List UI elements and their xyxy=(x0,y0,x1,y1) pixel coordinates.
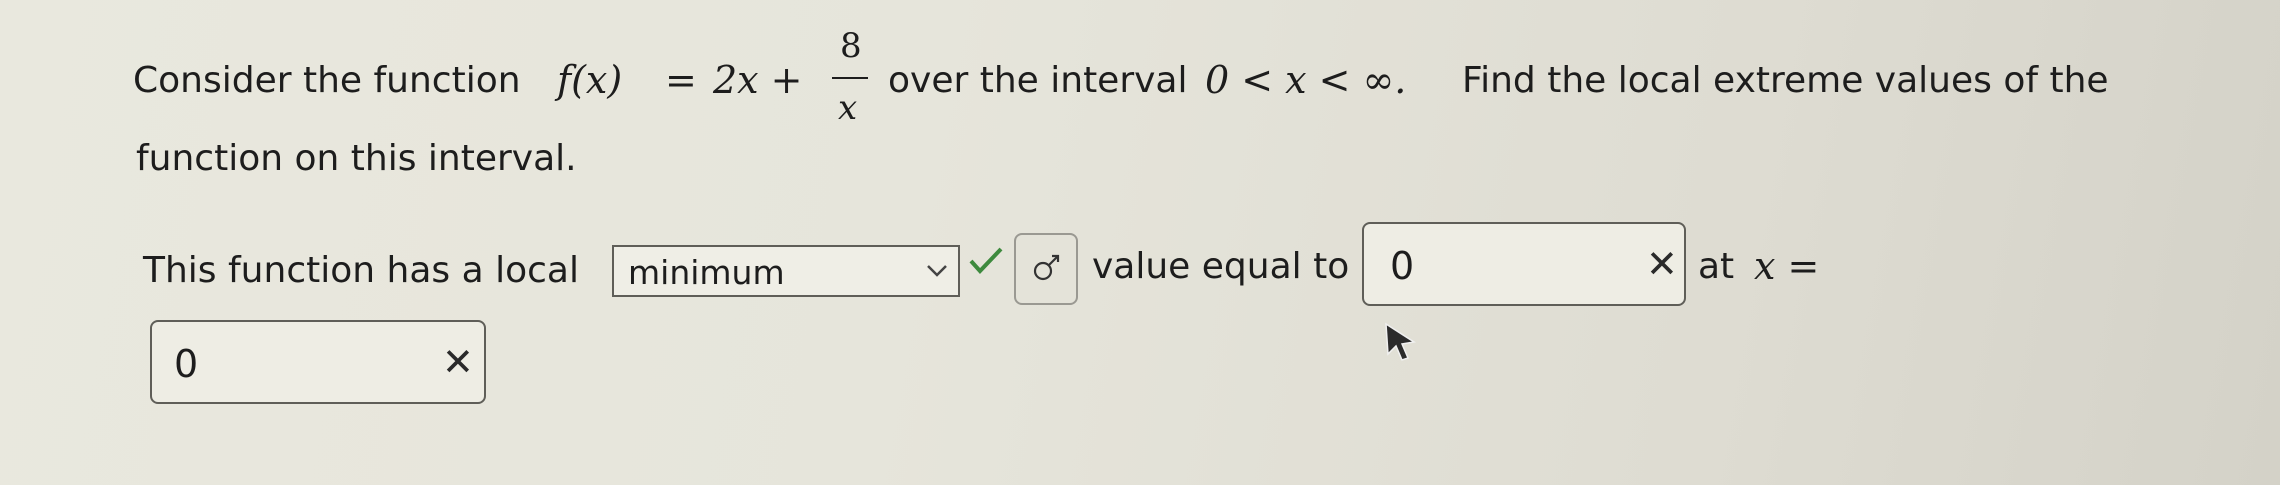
dropdown-selected-value: minimum xyxy=(628,253,785,292)
value-input[interactable]: 0 ✕ xyxy=(1362,222,1686,306)
x-mark-icon: ✕ xyxy=(442,340,474,384)
at-variable: x = xyxy=(1754,244,1820,288)
mouse-pointer-icon xyxy=(1384,322,1418,366)
value-input-text: 0 xyxy=(1390,244,1415,288)
value-label: value equal to xyxy=(1092,246,1350,287)
extreme-type-dropdown[interactable]: minimum xyxy=(612,245,960,297)
x-mark-icon: ✕ xyxy=(1646,242,1678,286)
fraction-denominator: x xyxy=(838,88,858,128)
question-intro: Consider the function xyxy=(133,60,521,101)
fraction-numerator: 8 xyxy=(840,26,862,66)
question-mid: over the interval xyxy=(888,60,1188,101)
symbol-button[interactable] xyxy=(1014,233,1078,305)
checkmark-icon xyxy=(968,246,1004,280)
fraction-bar xyxy=(832,77,868,79)
interval-expression: 0 < x < ∞. xyxy=(1205,58,1407,102)
x-value-input[interactable]: 0 ✕ xyxy=(150,320,486,404)
question-line-2: function on this interval. xyxy=(136,138,577,179)
function-term: 2x + xyxy=(713,58,803,102)
symbol-icon xyxy=(1030,253,1066,289)
answer-prefix: This function has a local xyxy=(143,250,579,291)
question-end: Find the local extreme values of the xyxy=(1462,60,2109,101)
x-input-text: 0 xyxy=(174,342,199,386)
function-lhs: f(x) xyxy=(557,58,623,102)
equals-sign: = xyxy=(665,58,697,102)
question-line-1: Consider the function xyxy=(133,60,521,101)
at-label: at xyxy=(1698,246,1735,287)
chevron-down-icon xyxy=(924,257,950,287)
